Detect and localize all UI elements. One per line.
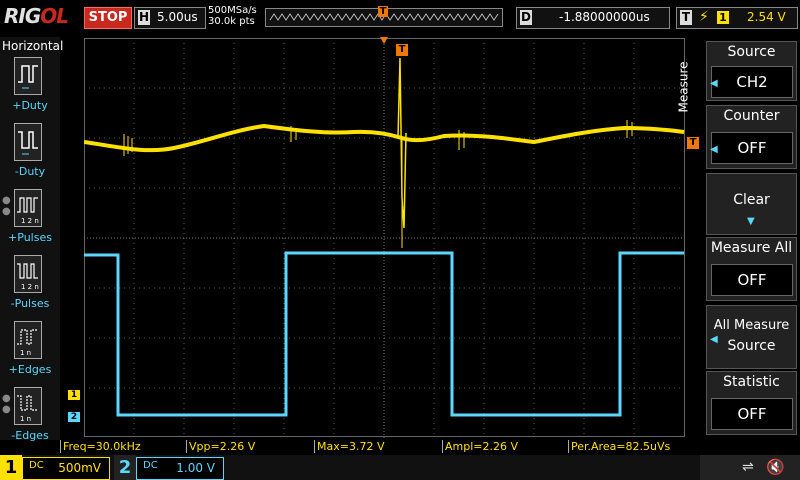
speaker-muted-icon[interactable]: 🔇: [766, 458, 785, 476]
clear-title: Clear: [733, 192, 770, 208]
negative-edges-icon: 1 n: [14, 387, 42, 425]
ch2-coupling-icon: DC: [143, 460, 158, 471]
delay-readout[interactable]: D -1.88000000us: [516, 7, 670, 29]
counter-value-box: OFF: [711, 132, 793, 164]
counter-title: Counter: [723, 108, 780, 124]
ch2-waveform: [84, 251, 684, 417]
down-arrow-icon: ▼: [747, 216, 755, 227]
statistic-value: OFF: [737, 405, 767, 423]
measurement-per-area[interactable]: Per.Area=82.5uVs: [568, 440, 699, 453]
measure-negative-pulses[interactable]: 1 2 n -Pulses: [0, 253, 60, 317]
measure-tab-label: Measure: [676, 61, 691, 113]
measurement-freq[interactable]: Freq=30.0kHz: [60, 440, 187, 453]
trigger-position-arrow: [380, 37, 388, 44]
source-title: Source: [727, 44, 776, 60]
panel-title: Horizontal: [2, 39, 64, 53]
svg-text:1 n: 1 n: [20, 349, 31, 357]
all-measure-title: All Measure: [713, 318, 790, 333]
negative-duty-icon: [14, 123, 42, 161]
ch2-ground-marker[interactable]: 2: [68, 412, 80, 422]
left-arrow-icon: ◀: [710, 144, 718, 155]
trigger-level: 2.54 V: [747, 10, 786, 24]
measure-negative-edges[interactable]: 1 n -Edges: [0, 385, 60, 449]
measurement-ampl[interactable]: Ampl=2.26 V: [442, 440, 569, 453]
measure-positive-edges[interactable]: 1 n +Edges: [0, 319, 60, 383]
measurement-vpp[interactable]: Vpp=2.26 V: [186, 440, 315, 453]
measure-all-button[interactable]: Measure All OFF: [706, 237, 797, 301]
trigger-position-marker[interactable]: T: [396, 44, 408, 56]
measure-label: +Duty: [12, 99, 48, 112]
left-arrow-icon: ◀: [710, 334, 718, 345]
measure-label: +Edges: [8, 363, 52, 376]
clear-button[interactable]: Clear ▼: [706, 173, 797, 235]
positive-edges-icon: 1 n: [14, 321, 42, 359]
ch2-scale-box[interactable]: DC 1.00 V: [136, 457, 224, 480]
ch1-ground-marker[interactable]: 1: [68, 390, 80, 400]
svg-text:1 2 n: 1 2 n: [21, 217, 39, 225]
all-measure-value: Source: [727, 338, 776, 354]
top-status-bar: RIGOL STOP H 5.00us 500MSa/s 30.0k pts T…: [0, 0, 800, 36]
measurement-max[interactable]: Max=3.72 V: [314, 440, 443, 453]
measure-menu: Source CH2 ◀ Counter OFF ◀ Clear ▼ Measu…: [700, 37, 800, 440]
ch1-scale-box[interactable]: DC 500mV: [22, 457, 110, 480]
negative-pulses-icon: 1 2 n: [14, 255, 42, 293]
sample-rate: 500MSa/s: [208, 5, 257, 16]
memory-trigger-marker: T: [378, 6, 388, 17]
memory-position-strip[interactable]: T: [265, 6, 503, 27]
measure-positive-pulses[interactable]: 1 2 n +Pulses: [0, 187, 60, 251]
rigol-logo: RIGOL: [4, 4, 69, 28]
trigger-source: 1: [717, 11, 729, 24]
statistic-title: Statistic: [723, 374, 780, 390]
measurement-results-bar: Freq=30.0kHz Vpp=2.26 V Max=3.72 V Ampl=…: [60, 440, 700, 454]
timebase-readout[interactable]: H 5.00us: [134, 7, 206, 29]
svg-text:1 n: 1 n: [20, 415, 31, 423]
measure-label: -Edges: [11, 429, 49, 442]
measure-all-value: OFF: [737, 271, 767, 289]
positive-duty-icon: [14, 57, 42, 95]
memory-depth: 30.0k pts: [208, 16, 255, 27]
measure-positive-duty[interactable]: +Duty: [0, 55, 60, 119]
counter-button[interactable]: Counter OFF ◀: [706, 105, 797, 169]
trigger-readout[interactable]: T ⚡ 1 2.54 V: [676, 7, 798, 29]
source-value-box: CH2: [711, 66, 793, 98]
timebase-value: 5.00us: [157, 10, 198, 24]
source-value: CH2: [736, 73, 768, 91]
all-measure-source-button[interactable]: All Measure Source ◀: [706, 305, 797, 369]
ch1-number[interactable]: 1: [0, 455, 22, 480]
delay-key: D: [520, 10, 532, 25]
ch1-scale: 500mV: [58, 461, 101, 475]
horizontal-measure-panel: Horizontal +Duty -Duty ● ● 1 2 n +Pulses …: [0, 37, 64, 442]
left-arrow-icon: ◀: [710, 78, 718, 89]
measure-all-value-box: OFF: [711, 264, 793, 296]
svg-text:1 2 n: 1 2 n: [21, 283, 39, 291]
measure-label: -Pulses: [10, 297, 50, 310]
measure-all-title: Measure All: [710, 240, 793, 256]
delay-value: -1.88000000us: [559, 10, 650, 24]
ch2-scale: 1.00 V: [176, 461, 215, 475]
waveform-display[interactable]: [84, 38, 686, 438]
source-button[interactable]: Source CH2 ◀: [706, 41, 797, 101]
channel-status-bar: 1 DC 500mV 2 DC 1.00 V: [0, 455, 800, 480]
measure-label: +Pulses: [8, 231, 52, 244]
run-stop-button[interactable]: STOP: [84, 7, 132, 29]
trigger-slope-icon: ⚡: [699, 9, 709, 25]
trigger-key: T: [680, 10, 692, 25]
usb-icon: ⇌: [742, 459, 754, 475]
timebase-key: H: [138, 10, 150, 25]
positive-pulses-icon: 1 2 n: [14, 189, 42, 227]
statistic-button[interactable]: Statistic OFF: [706, 371, 797, 435]
statistic-value-box: OFF: [711, 398, 793, 430]
ch2-number[interactable]: 2: [114, 455, 136, 480]
measure-label: -Duty: [14, 165, 46, 178]
acquisition-info: 500MSa/s 30.0k pts: [208, 5, 257, 27]
measure-negative-duty[interactable]: -Duty: [0, 121, 60, 185]
ch1-coupling-icon: DC: [29, 460, 44, 471]
counter-value: OFF: [737, 139, 767, 157]
